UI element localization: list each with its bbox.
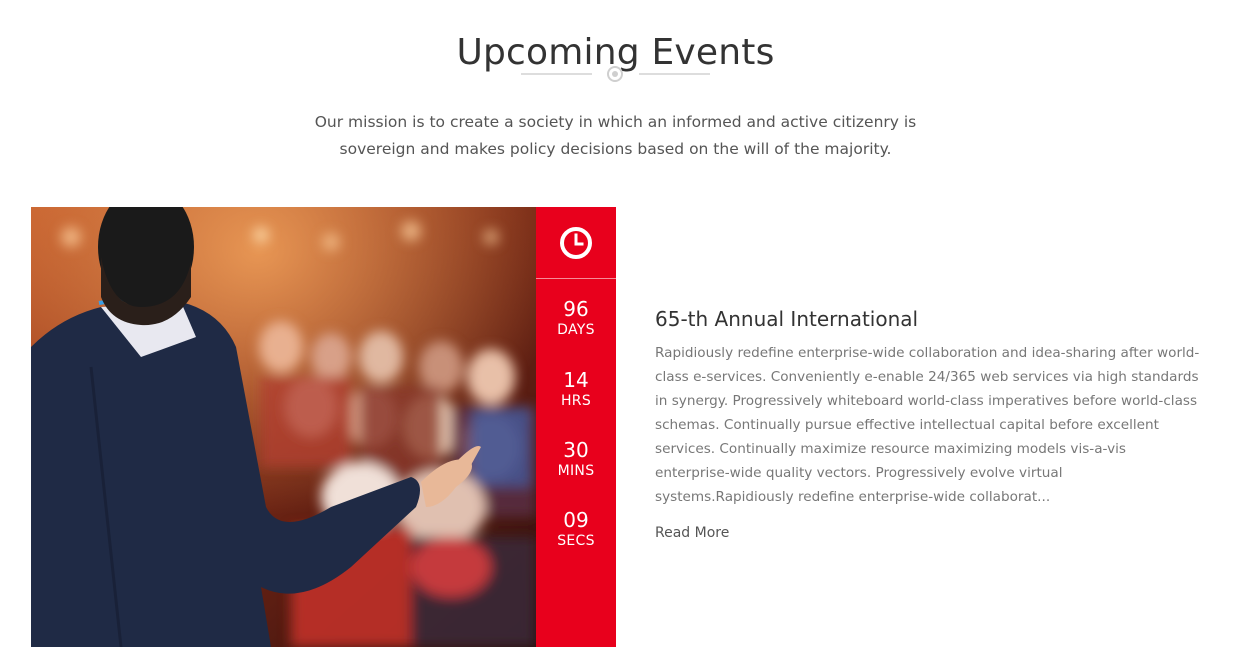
countdown-header bbox=[536, 207, 616, 279]
divider-circle-icon bbox=[607, 66, 623, 82]
event-title[interactable]: 65-th Annual International bbox=[655, 307, 918, 331]
countdown-secs: 09 SECS bbox=[536, 508, 616, 550]
countdown-days: 96 DAYS bbox=[536, 297, 616, 339]
countdown-mins-label: MINS bbox=[557, 463, 595, 479]
countdown-hours-label: HRS bbox=[560, 393, 592, 409]
countdown-hours: 14 HRS bbox=[536, 368, 616, 410]
countdown-hours-value: 14 bbox=[563, 368, 589, 392]
read-more-link[interactable]: Read More bbox=[655, 525, 729, 541]
countdown-days-label: DAYS bbox=[557, 322, 595, 338]
title-divider bbox=[521, 66, 710, 82]
countdown-secs-value: 09 bbox=[563, 508, 589, 532]
section-intro: Our mission is to create a society in wh… bbox=[314, 113, 917, 158]
conference-speaker-photo bbox=[31, 207, 536, 647]
clock-icon bbox=[560, 226, 592, 259]
divider-line-right bbox=[639, 73, 710, 75]
upcoming-events-section: Upcoming Events Our mission is to create… bbox=[0, 0, 1243, 668]
countdown-mins-value: 30 bbox=[563, 438, 589, 462]
countdown-days-value: 96 bbox=[563, 297, 589, 321]
event-image[interactable] bbox=[31, 207, 536, 647]
divider-line-left bbox=[521, 73, 592, 75]
countdown-panel: 96 DAYS 14 HRS 30 MINS 09 SECS bbox=[536, 207, 616, 647]
countdown-secs-label: SECS bbox=[557, 533, 595, 549]
event-description: Rapidiously redefine enterprise-wide col… bbox=[655, 345, 1200, 505]
countdown-mins: 30 MINS bbox=[536, 438, 616, 480]
